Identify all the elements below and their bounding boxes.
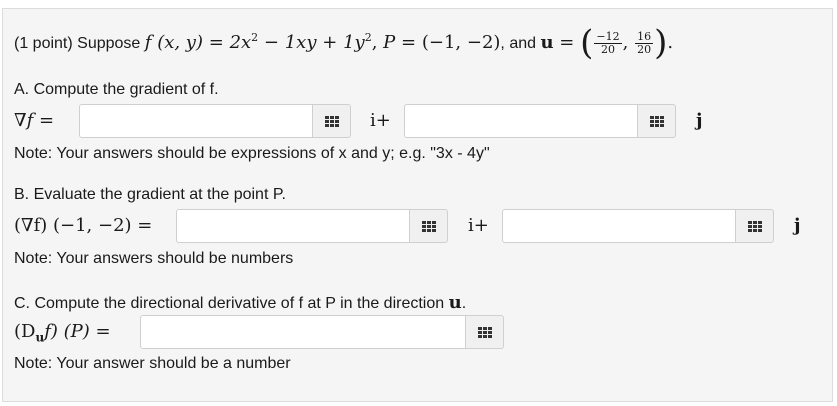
part-b-prompt: B. Evaluate the gradient at the point P. xyxy=(14,186,286,203)
comma-sep: , xyxy=(371,32,378,53)
fraction-2-numerator: 16 xyxy=(635,29,654,44)
part-c-lhs-rest: f) (P) = xyxy=(44,321,111,342)
part-a-lhs-text: ∇f = xyxy=(14,110,55,131)
intro-text: Suppose xyxy=(77,35,141,52)
equation-editor-icon xyxy=(477,326,492,338)
function-args: (x, y) xyxy=(157,32,203,53)
term3-exponent: 2 xyxy=(364,31,372,44)
vector-label: u xyxy=(540,32,554,53)
equation-editor-button-b-i[interactable] xyxy=(410,209,448,243)
equation-editor-icon xyxy=(649,115,664,127)
part-a-lhs: ∇f = xyxy=(14,110,54,131)
equation-editor-icon xyxy=(421,220,436,232)
part-c-lhs-open: (D xyxy=(14,321,36,342)
fraction-2-denominator: 20 xyxy=(637,42,652,56)
term1-exponent: 2 xyxy=(251,31,259,44)
part-a-prompt: A. Compute the gradient of f. xyxy=(14,81,219,98)
gradient-j-input[interactable] xyxy=(404,104,638,138)
part-c-lhs-sub: u xyxy=(35,330,45,345)
vector-equals: = xyxy=(559,32,575,53)
point-equals: = xyxy=(401,32,417,53)
equation-editor-button-a-j[interactable] xyxy=(638,104,676,138)
equation-editor-button-c[interactable] xyxy=(466,315,504,349)
gradient-at-p-i-input[interactable] xyxy=(176,209,410,243)
directional-derivative-input[interactable] xyxy=(140,315,466,349)
part-b-lhs-text: (∇f) (−1, −2) = xyxy=(14,215,153,236)
and-text: , and xyxy=(500,35,537,52)
term2: 1xy xyxy=(284,32,317,53)
equation-editor-button-a-i[interactable] xyxy=(313,104,351,138)
function-name: f xyxy=(144,32,152,53)
term3: 1y xyxy=(343,32,365,53)
i-unit-label-a: i+ xyxy=(370,110,391,131)
part-c-note: Note: Your answer should be a number xyxy=(14,355,291,372)
fraction-1-denominator: 20 xyxy=(601,42,615,56)
j-unit-label-b: j xyxy=(794,215,801,236)
fraction-2: 16 20 xyxy=(635,29,654,56)
equation-editor-icon xyxy=(747,220,762,232)
points-label: (1 point) xyxy=(14,35,73,52)
problem-statement: (1 point) Suppose f (x, y) = 2x2 − 1xy +… xyxy=(14,26,673,60)
fraction-1-numerator: −12 xyxy=(594,29,622,44)
part-c-lhs: (Duf) (P) = xyxy=(14,321,111,345)
part-b-note: Note: Your answers should be numbers xyxy=(14,250,294,267)
plus-sign: + xyxy=(322,32,338,53)
fraction-comma: , xyxy=(622,32,629,53)
part-c-prompt: C. Compute the directional derivative of… xyxy=(14,292,466,313)
equals-sign: = xyxy=(208,32,224,53)
statement-period: . xyxy=(667,32,674,53)
point-label: P xyxy=(383,32,396,53)
gradient-i-input[interactable] xyxy=(79,104,313,138)
part-c-prompt-text: C. Compute the directional derivative of… xyxy=(14,295,445,312)
gradient-at-p-j-input[interactable] xyxy=(502,209,736,243)
left-paren: ( xyxy=(580,23,594,63)
part-b-lhs: (∇f) (−1, −2) = xyxy=(14,215,152,236)
term1: 2x xyxy=(229,32,252,53)
equation-editor-icon xyxy=(324,115,339,127)
right-paren: ) xyxy=(654,23,668,63)
minus-sign: − xyxy=(263,32,279,53)
part-c-vector: u xyxy=(448,292,462,313)
fraction-1: −12 20 xyxy=(594,29,622,56)
j-unit-label-a: j xyxy=(696,110,703,131)
part-a-note: Note: Your answers should be expressions… xyxy=(14,145,490,162)
equation-editor-button-b-j[interactable] xyxy=(736,209,774,243)
point-value: (−1, −2) xyxy=(421,32,501,53)
part-c-period: . xyxy=(461,295,467,312)
i-unit-label-b: i+ xyxy=(468,215,489,236)
